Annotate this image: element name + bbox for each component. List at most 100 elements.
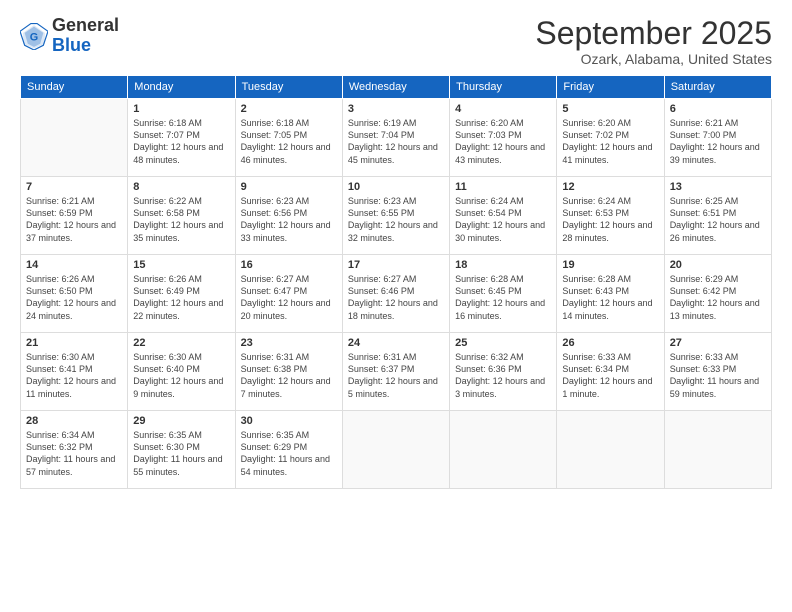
calendar-cell-5-6 <box>557 411 664 489</box>
calendar-cell-4-5: 25 Sunrise: 6:32 AM Sunset: 6:36 PM Dayli… <box>450 333 557 411</box>
calendar-header-row: SundayMondayTuesdayWednesdayThursdayFrid… <box>21 76 772 99</box>
day-info: Sunrise: 6:26 AM Sunset: 6:50 PM Dayligh… <box>26 273 122 322</box>
day-info: Sunrise: 6:21 AM Sunset: 6:59 PM Dayligh… <box>26 195 122 244</box>
day-info: Sunrise: 6:34 AM Sunset: 6:32 PM Dayligh… <box>26 429 122 478</box>
calendar-cell-3-2: 15 Sunrise: 6:26 AM Sunset: 6:49 PM Dayli… <box>128 255 235 333</box>
day-info: Sunrise: 6:33 AM Sunset: 6:34 PM Dayligh… <box>562 351 658 400</box>
calendar-cell-5-1: 28 Sunrise: 6:34 AM Sunset: 6:32 PM Dayli… <box>21 411 128 489</box>
day-number: 19 <box>562 259 658 271</box>
day-number: 25 <box>455 337 551 349</box>
day-number: 21 <box>26 337 122 349</box>
day-info: Sunrise: 6:19 AM Sunset: 7:04 PM Dayligh… <box>348 117 444 166</box>
calendar: SundayMondayTuesdayWednesdayThursdayFrid… <box>20 75 772 489</box>
svg-text:G: G <box>30 31 38 43</box>
day-number: 28 <box>26 415 122 427</box>
day-info: Sunrise: 6:21 AM Sunset: 7:00 PM Dayligh… <box>670 117 766 166</box>
calendar-cell-1-5: 4 Sunrise: 6:20 AM Sunset: 7:03 PM Daylig… <box>450 99 557 177</box>
calendar-cell-3-6: 19 Sunrise: 6:28 AM Sunset: 6:43 PM Dayli… <box>557 255 664 333</box>
day-info: Sunrise: 6:22 AM Sunset: 6:58 PM Dayligh… <box>133 195 229 244</box>
day-info: Sunrise: 6:23 AM Sunset: 6:56 PM Dayligh… <box>241 195 337 244</box>
day-number: 6 <box>670 103 766 115</box>
calendar-cell-1-1 <box>21 99 128 177</box>
calendar-header-saturday: Saturday <box>664 76 771 99</box>
day-info: Sunrise: 6:28 AM Sunset: 6:43 PM Dayligh… <box>562 273 658 322</box>
week-row-4: 21 Sunrise: 6:30 AM Sunset: 6:41 PM Dayli… <box>21 333 772 411</box>
day-number: 14 <box>26 259 122 271</box>
calendar-cell-1-2: 1Sunrise: 6:18 AM Sunset: 7:07 PM Daylig… <box>128 99 235 177</box>
day-info: Sunrise: 6:28 AM Sunset: 6:45 PM Dayligh… <box>455 273 551 322</box>
day-info: Sunrise: 6:24 AM Sunset: 6:54 PM Dayligh… <box>455 195 551 244</box>
day-info: Sunrise: 6:23 AM Sunset: 6:55 PM Dayligh… <box>348 195 444 244</box>
week-row-5: 28 Sunrise: 6:34 AM Sunset: 6:32 PM Dayli… <box>21 411 772 489</box>
day-info: Sunrise: 6:35 AM Sunset: 6:30 PM Dayligh… <box>133 429 229 478</box>
day-info: Sunrise: 6:35 AM Sunset: 6:29 PM Dayligh… <box>241 429 337 478</box>
day-number: 3 <box>348 103 444 115</box>
week-row-1: 1Sunrise: 6:18 AM Sunset: 7:07 PM Daylig… <box>21 99 772 177</box>
calendar-cell-2-5: 11 Sunrise: 6:24 AM Sunset: 6:54 PM Dayli… <box>450 177 557 255</box>
calendar-cell-3-1: 14 Sunrise: 6:26 AM Sunset: 6:50 PM Dayli… <box>21 255 128 333</box>
calendar-cell-1-4: 3 Sunrise: 6:19 AM Sunset: 7:04 PM Daylig… <box>342 99 449 177</box>
day-number: 29 <box>133 415 229 427</box>
calendar-header-monday: Monday <box>128 76 235 99</box>
calendar-header-wednesday: Wednesday <box>342 76 449 99</box>
day-number: 16 <box>241 259 337 271</box>
day-info: Sunrise: 6:29 AM Sunset: 6:42 PM Dayligh… <box>670 273 766 322</box>
calendar-header-tuesday: Tuesday <box>235 76 342 99</box>
day-number: 13 <box>670 181 766 193</box>
day-number: 9 <box>241 181 337 193</box>
calendar-header-sunday: Sunday <box>21 76 128 99</box>
calendar-cell-4-6: 26Sunrise: 6:33 AM Sunset: 6:34 PM Dayli… <box>557 333 664 411</box>
title-block: September 2025 Ozark, Alabama, United St… <box>535 16 772 67</box>
day-number: 15 <box>133 259 229 271</box>
day-number: 7 <box>26 181 122 193</box>
day-number: 12 <box>562 181 658 193</box>
calendar-cell-2-4: 10Sunrise: 6:23 AM Sunset: 6:55 PM Dayli… <box>342 177 449 255</box>
day-info: Sunrise: 6:27 AM Sunset: 6:46 PM Dayligh… <box>348 273 444 322</box>
calendar-cell-4-2: 22Sunrise: 6:30 AM Sunset: 6:40 PM Dayli… <box>128 333 235 411</box>
calendar-cell-4-3: 23Sunrise: 6:31 AM Sunset: 6:38 PM Dayli… <box>235 333 342 411</box>
logo: G General Blue <box>20 16 119 56</box>
day-number: 20 <box>670 259 766 271</box>
calendar-cell-4-4: 24Sunrise: 6:31 AM Sunset: 6:37 PM Dayli… <box>342 333 449 411</box>
day-info: Sunrise: 6:27 AM Sunset: 6:47 PM Dayligh… <box>241 273 337 322</box>
day-info: Sunrise: 6:33 AM Sunset: 6:33 PM Dayligh… <box>670 351 766 400</box>
day-info: Sunrise: 6:18 AM Sunset: 7:05 PM Dayligh… <box>241 117 337 166</box>
day-info: Sunrise: 6:26 AM Sunset: 6:49 PM Dayligh… <box>133 273 229 322</box>
calendar-cell-3-4: 17 Sunrise: 6:27 AM Sunset: 6:46 PM Dayli… <box>342 255 449 333</box>
calendar-cell-5-5 <box>450 411 557 489</box>
day-info: Sunrise: 6:24 AM Sunset: 6:53 PM Dayligh… <box>562 195 658 244</box>
day-number: 2 <box>241 103 337 115</box>
calendar-cell-1-6: 5Sunrise: 6:20 AM Sunset: 7:02 PM Daylig… <box>557 99 664 177</box>
day-info: Sunrise: 6:32 AM Sunset: 6:36 PM Dayligh… <box>455 351 551 400</box>
day-number: 11 <box>455 181 551 193</box>
calendar-cell-2-6: 12 Sunrise: 6:24 AM Sunset: 6:53 PM Dayli… <box>557 177 664 255</box>
calendar-cell-1-7: 6 Sunrise: 6:21 AM Sunset: 7:00 PM Daylig… <box>664 99 771 177</box>
logo-icon: G <box>20 22 48 50</box>
calendar-header-friday: Friday <box>557 76 664 99</box>
day-info: Sunrise: 6:25 AM Sunset: 6:51 PM Dayligh… <box>670 195 766 244</box>
calendar-header-thursday: Thursday <box>450 76 557 99</box>
logo-text: General Blue <box>52 16 119 56</box>
calendar-cell-3-7: 20 Sunrise: 6:29 AM Sunset: 6:42 PM Dayli… <box>664 255 771 333</box>
calendar-cell-5-4 <box>342 411 449 489</box>
calendar-cell-1-3: 2 Sunrise: 6:18 AM Sunset: 7:05 PM Daylig… <box>235 99 342 177</box>
week-row-2: 7 Sunrise: 6:21 AM Sunset: 6:59 PM Daylig… <box>21 177 772 255</box>
calendar-cell-4-1: 21 Sunrise: 6:30 AM Sunset: 6:41 PM Dayli… <box>21 333 128 411</box>
calendar-cell-3-3: 16 Sunrise: 6:27 AM Sunset: 6:47 PM Dayli… <box>235 255 342 333</box>
day-info: Sunrise: 6:31 AM Sunset: 6:38 PM Dayligh… <box>241 351 337 400</box>
day-number: 27 <box>670 337 766 349</box>
logo-line1: General <box>52 16 119 36</box>
day-info: Sunrise: 6:20 AM Sunset: 7:02 PM Dayligh… <box>562 117 658 166</box>
day-number: 18 <box>455 259 551 271</box>
calendar-cell-2-7: 13 Sunrise: 6:25 AM Sunset: 6:51 PM Dayli… <box>664 177 771 255</box>
day-number: 17 <box>348 259 444 271</box>
location: Ozark, Alabama, United States <box>535 51 772 67</box>
day-info: Sunrise: 6:20 AM Sunset: 7:03 PM Dayligh… <box>455 117 551 166</box>
day-info: Sunrise: 6:30 AM Sunset: 6:41 PM Dayligh… <box>26 351 122 400</box>
day-info: Sunrise: 6:31 AM Sunset: 6:37 PM Dayligh… <box>348 351 444 400</box>
month-title: September 2025 <box>535 16 772 51</box>
day-number: 30 <box>241 415 337 427</box>
day-number: 4 <box>455 103 551 115</box>
logo-line2: Blue <box>52 36 119 56</box>
calendar-cell-5-3: 30 Sunrise: 6:35 AM Sunset: 6:29 PM Dayli… <box>235 411 342 489</box>
